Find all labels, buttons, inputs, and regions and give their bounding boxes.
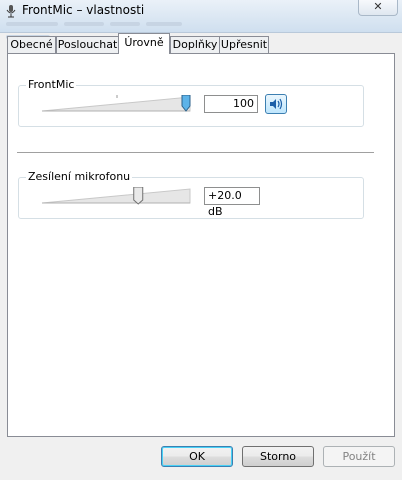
boost-value-field[interactable]: +20.0 dB: [204, 187, 260, 218]
boost-label: Zesílení mikrofonu: [26, 170, 133, 183]
separator-line: [17, 152, 374, 153]
tab-doplnky[interactable]: Doplňky: [170, 36, 220, 53]
tab-poslouchat[interactable]: Poslouchat: [56, 36, 119, 53]
cancel-button[interactable]: Storno: [242, 446, 314, 467]
boost-slider-thumb[interactable]: [133, 187, 144, 205]
frontmic-value-field[interactable]: 100: [204, 95, 258, 113]
tab-upresnit[interactable]: Upřesnit: [219, 36, 269, 53]
tab-obecne[interactable]: Obecné: [7, 36, 56, 53]
apply-button[interactable]: Použít: [323, 446, 395, 467]
mute-button[interactable]: [265, 94, 287, 114]
boost-slider[interactable]: [40, 187, 194, 205]
speaker-icon: [270, 98, 283, 110]
window-title: FrontMic – vlastnosti: [22, 3, 145, 17]
ok-button[interactable]: OK: [161, 446, 233, 467]
frontmic-label: FrontMic: [26, 78, 77, 91]
frontmic-slider[interactable]: [40, 95, 194, 113]
title-bar: FrontMic – vlastnosti ✕: [0, 0, 402, 39]
tab-urovne[interactable]: Úrovně: [118, 33, 170, 54]
blurred-background-text: [6, 16, 236, 39]
close-button[interactable]: ✕: [358, 0, 398, 16]
frontmic-value: 100: [233, 97, 254, 110]
